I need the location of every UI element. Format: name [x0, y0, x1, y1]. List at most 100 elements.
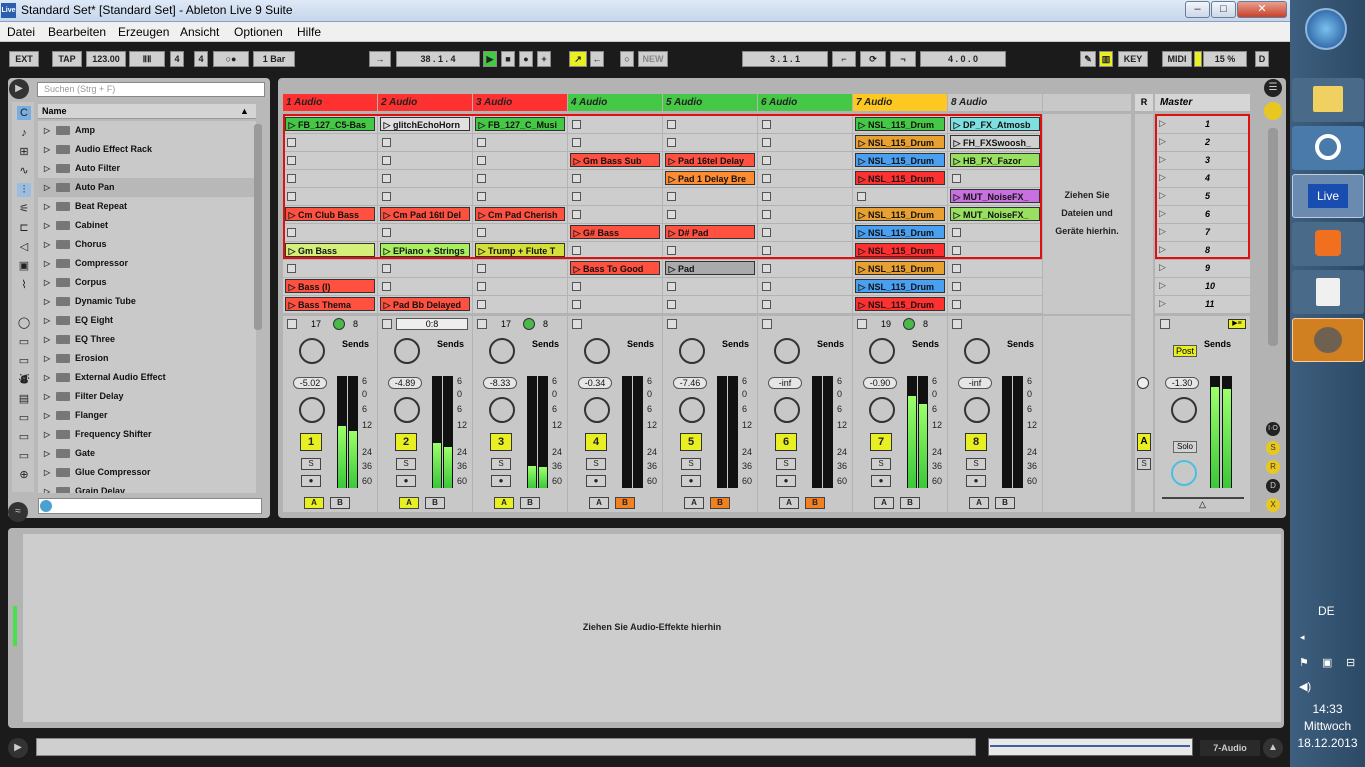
tap-tempo-button[interactable]: TAP — [52, 51, 82, 67]
groove-pool-icon[interactable]: ≈ — [8, 502, 28, 522]
list-item[interactable]: ▷ Chorus — [38, 235, 256, 254]
clip-launch-icon[interactable]: ▷ — [286, 298, 298, 310]
arrangement-position[interactable]: 38 . 1 . 4 — [396, 51, 480, 67]
browser-column-header[interactable]: Name — [38, 104, 256, 119]
start-button[interactable] — [1305, 8, 1347, 50]
clip[interactable]: ▷ Bass (I) — [285, 279, 375, 293]
track-volume[interactable]: -8.33 — [483, 377, 517, 389]
folder-icon[interactable]: ▭ — [17, 430, 31, 444]
clip-stop-icon[interactable] — [762, 264, 771, 273]
crossfade-a-button[interactable]: A — [874, 497, 894, 509]
new-button[interactable]: NEW — [638, 51, 668, 67]
browser-search-input[interactable]: Suchen (Strg + F) — [37, 82, 265, 97]
crossfade-a-button[interactable]: A — [304, 497, 324, 509]
gimp-icon[interactable] — [1292, 318, 1364, 362]
clip-stop-icon[interactable] — [477, 282, 486, 291]
clip-slot[interactable] — [568, 296, 662, 313]
list-item[interactable]: ▷ Auto Filter — [38, 159, 256, 178]
list-item[interactable]: ▷ Amp — [38, 121, 256, 140]
menu-ansicht[interactable]: Ansicht — [180, 25, 219, 39]
overdub-button[interactable]: + — [537, 51, 551, 67]
cue-volume-knob[interactable] — [1171, 460, 1197, 486]
clip[interactable]: ▷ Pad — [665, 261, 755, 275]
io-icon[interactable]: I·O — [1266, 422, 1280, 436]
list-item[interactable]: ▷ Compressor — [38, 254, 256, 273]
list-item[interactable]: ▷ Erosion — [38, 349, 256, 368]
send-a-knob[interactable] — [869, 338, 895, 364]
current-project-icon[interactable]: ▭ — [17, 354, 31, 368]
clip-stop-icon[interactable] — [572, 300, 581, 309]
clip-slot[interactable] — [568, 278, 662, 295]
list-item[interactable]: ▷ Grain Delay — [38, 482, 256, 493]
computer-keyboard-icon[interactable]: ▥ — [1099, 51, 1113, 67]
clip-slot[interactable] — [948, 260, 1042, 277]
search-icon[interactable] — [1292, 126, 1364, 170]
drums-icon[interactable]: ⊞ — [17, 145, 31, 159]
master-pan-knob[interactable] — [1171, 397, 1197, 423]
menu-toggle-icon[interactable]: ☰ — [1264, 79, 1282, 97]
solo-button[interactable]: S — [681, 458, 701, 470]
track-activator-button[interactable]: 3 — [490, 433, 512, 451]
crossfader-handle[interactable]: △ — [1199, 499, 1206, 510]
clock-time[interactable]: 14:33 — [1290, 702, 1365, 716]
browser-scrollbar[interactable] — [254, 124, 262, 330]
pan-knob[interactable] — [964, 397, 990, 423]
follow-icon[interactable]: → — [369, 51, 391, 67]
list-item[interactable]: ▷ Corpus — [38, 273, 256, 292]
packs-icon[interactable]: ◯ — [17, 316, 31, 330]
track-activator-button[interactable]: 7 — [870, 433, 892, 451]
track-activator-button[interactable]: 5 — [680, 433, 702, 451]
input-monitor-icon[interactable] — [523, 318, 535, 330]
midi-effects-icon[interactable]: ⚟ — [17, 202, 31, 216]
menu-hilfe[interactable]: Hilfe — [297, 25, 321, 39]
arm-button[interactable]: ● — [491, 475, 511, 487]
send-a-knob[interactable] — [679, 338, 705, 364]
clip-slot[interactable] — [758, 296, 852, 313]
documents-icon[interactable] — [1292, 270, 1364, 314]
return-a-button[interactable]: A — [1137, 433, 1151, 451]
track-header[interactable]: 4 Audio — [568, 94, 662, 111]
input-monitor-icon[interactable] — [903, 318, 915, 330]
crossfade-b-button[interactable]: B — [900, 497, 920, 509]
master-stop-icon[interactable] — [1160, 319, 1170, 329]
play-button[interactable]: ▶ — [483, 51, 497, 67]
scene-slot[interactable] — [1155, 296, 1250, 313]
list-item[interactable]: ▷ Gate — [38, 444, 256, 463]
stop-button[interactable]: ■ — [501, 51, 515, 67]
folder-icon[interactable]: ▤ — [17, 392, 31, 406]
arm-button[interactable]: ● — [776, 475, 796, 487]
max-for-live-icon[interactable]: ⊏ — [17, 221, 31, 235]
track-header[interactable]: 2 Audio — [378, 94, 472, 111]
track-stop-icon[interactable] — [382, 319, 392, 329]
clip-stop-icon[interactable] — [477, 300, 486, 309]
send-a-knob[interactable] — [299, 338, 325, 364]
clip-slot[interactable] — [378, 260, 472, 277]
pan-knob[interactable] — [679, 397, 705, 423]
menu-bearbeiten[interactable]: Bearbeiten — [48, 25, 106, 39]
list-item[interactable]: ▷ EQ Three — [38, 330, 256, 349]
track-activator-button[interactable]: 1 — [300, 433, 322, 451]
scene-launch-icon[interactable]: ▷ — [1159, 298, 1166, 309]
track-header[interactable]: 8 Audio — [948, 94, 1042, 111]
draw-mode-icon[interactable]: ✎ — [1080, 51, 1096, 67]
crossfade-a-button[interactable]: A — [494, 497, 514, 509]
track-stop-icon[interactable] — [667, 319, 677, 329]
crossfade-b-button[interactable]: B — [615, 497, 635, 509]
track-header[interactable]: 3 Audio — [473, 94, 567, 111]
solo-button[interactable]: S — [491, 458, 511, 470]
clip-slot[interactable] — [378, 278, 472, 295]
overview-minimap[interactable] — [988, 738, 1193, 756]
track-header[interactable]: 6 Audio — [758, 94, 852, 111]
clip-launch-icon[interactable]: ▷ — [856, 298, 868, 310]
returns-icon[interactable]: R — [1266, 460, 1280, 474]
send-a-knob[interactable] — [584, 338, 610, 364]
sounds-icon[interactable]: ♪ — [17, 126, 31, 140]
clip-slot[interactable] — [283, 260, 377, 277]
arm-button[interactable]: ● — [586, 475, 606, 487]
collections-icon[interactable]: C — [17, 106, 31, 120]
track-header[interactable]: 5 Audio — [663, 94, 757, 111]
plugins-icon[interactable]: ◁ — [17, 240, 31, 254]
clip[interactable]: ▷ NSL_115_Drum — [855, 297, 945, 311]
send-a-knob[interactable] — [964, 338, 990, 364]
track-volume[interactable]: -0.90 — [863, 377, 897, 389]
